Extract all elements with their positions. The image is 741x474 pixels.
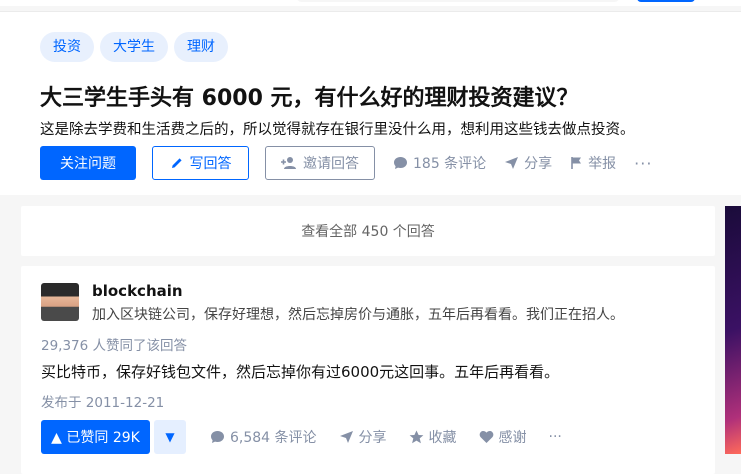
share-icon bbox=[504, 156, 519, 170]
question-detail: 这是除去学费和生活费之后的，所以觉得就存在银行里没什么用，想利用这些钱去做点投资… bbox=[40, 122, 635, 138]
ask-question-button[interactable] bbox=[637, 0, 695, 2]
author-bio: 加入区块链公司，保存好理想，然后忘掉房价与通胀，五年后再看看。我们正在招人。 bbox=[92, 307, 624, 323]
answer-card: blockchain 加入区块链公司，保存好理想，然后忘掉房价与通胀，五年后再看… bbox=[21, 266, 715, 474]
answer-share-button[interactable]: 分享 bbox=[339, 427, 387, 447]
sidebar-promo-image[interactable] bbox=[725, 206, 741, 454]
downvote-button[interactable]: ▼ bbox=[154, 420, 186, 454]
write-answer-button[interactable]: 写回答 bbox=[152, 146, 249, 180]
topic-tags: 投资 大学生 理财 bbox=[40, 32, 228, 62]
collect-label: 收藏 bbox=[428, 430, 457, 446]
report-button[interactable]: 举报 bbox=[570, 153, 616, 173]
comment-icon bbox=[210, 430, 225, 444]
answer-more-options-icon[interactable]: ··· bbox=[549, 429, 562, 445]
view-all-answers-button[interactable]: 查看全部 450 个回答 bbox=[21, 206, 715, 256]
question-header: 投资 大学生 理财 大三学生手头有 6000 元，有什么好的理财投资建议？ 这是… bbox=[0, 11, 741, 195]
question-actions: 关注问题 写回答 邀请回答 185 条评论 分享 举报 ··· bbox=[40, 146, 652, 180]
thanks-label: 感谢 bbox=[498, 430, 527, 446]
invite-answer-label: 邀请回答 bbox=[303, 156, 359, 172]
heart-icon bbox=[479, 430, 494, 444]
top-navbar bbox=[0, 0, 741, 6]
question-share-button[interactable]: 分享 bbox=[504, 153, 552, 173]
follow-question-button[interactable]: 关注问题 bbox=[40, 146, 136, 180]
flag-icon bbox=[570, 156, 583, 170]
pencil-icon bbox=[170, 156, 184, 170]
follow-question-label: 关注问题 bbox=[60, 156, 116, 172]
search-bar[interactable] bbox=[296, 0, 620, 2]
share-icon bbox=[339, 430, 354, 444]
topic-tag[interactable]: 投资 bbox=[40, 32, 94, 62]
vote-count-text: 29,376 人赞同了该回答 bbox=[41, 338, 188, 354]
author-avatar[interactable] bbox=[41, 283, 79, 321]
comment-icon bbox=[393, 156, 408, 170]
question-title[interactable]: 大三学生手头有 6000 元，有什么好的理财投资建议？ bbox=[40, 80, 579, 112]
publish-date[interactable]: 发布于 2011-12-21 bbox=[41, 391, 164, 411]
topic-tag[interactable]: 大学生 bbox=[100, 32, 168, 62]
downvote-icon: ▼ bbox=[165, 430, 175, 444]
upvote-label: ▲ 已赞同 29K bbox=[51, 430, 140, 446]
view-all-answers-label: 查看全部 450 个回答 bbox=[301, 224, 435, 240]
author-name[interactable]: blockchain bbox=[92, 282, 183, 300]
question-share-label: 分享 bbox=[524, 156, 553, 172]
star-icon bbox=[409, 430, 424, 444]
answer-comments-button[interactable]: 6,584 条评论 bbox=[210, 427, 317, 447]
write-answer-label: 写回答 bbox=[189, 156, 232, 172]
answer-comments-label: 6,584 条评论 bbox=[230, 430, 317, 446]
more-options-icon[interactable]: ··· bbox=[634, 154, 652, 173]
question-comments-label: 185 条评论 bbox=[413, 156, 487, 172]
collect-button[interactable]: 收藏 bbox=[409, 427, 457, 447]
invite-answer-button[interactable]: 邀请回答 bbox=[265, 146, 375, 180]
answer-share-label: 分享 bbox=[358, 430, 387, 446]
upvote-button[interactable]: ▲ 已赞同 29K bbox=[41, 420, 150, 454]
thanks-button[interactable]: 感谢 bbox=[479, 427, 527, 447]
topic-tag[interactable]: 理财 bbox=[174, 32, 228, 62]
answer-content: 买比特币，保存好钱包文件，然后忘掉你有过6000元这回事。五年后再看看。 bbox=[41, 363, 560, 381]
question-comments-button[interactable]: 185 条评论 bbox=[393, 153, 486, 173]
add-user-icon bbox=[281, 156, 297, 170]
answer-actions: ▲ 已赞同 29K ▼ 6,584 条评论 分享 收藏 感谢 ··· bbox=[41, 420, 562, 454]
report-label: 举报 bbox=[588, 156, 617, 172]
